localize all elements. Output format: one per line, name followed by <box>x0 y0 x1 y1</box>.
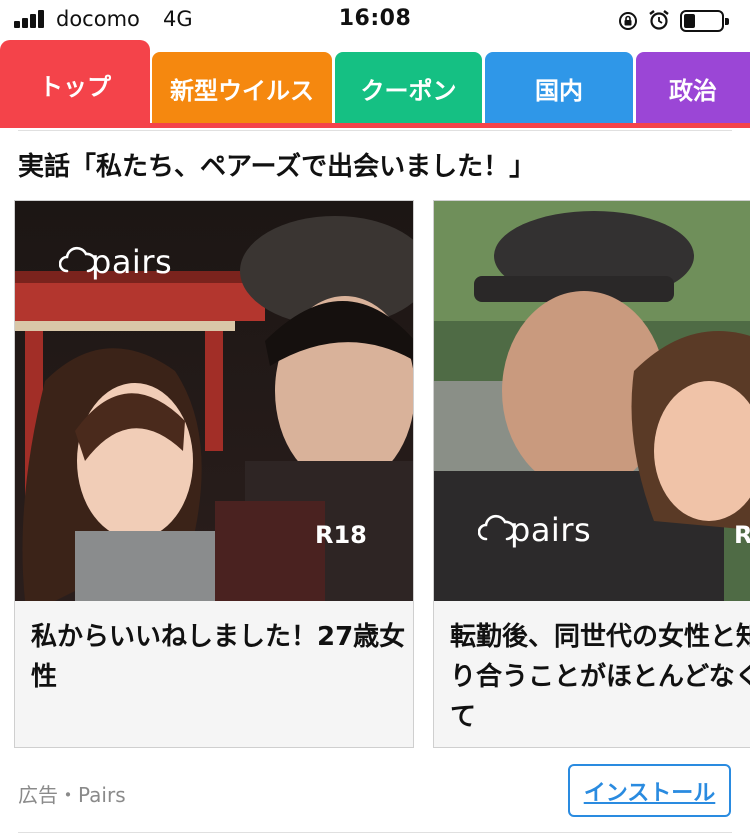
card-title: 私からいいねしました！27歳女性 <box>31 622 406 692</box>
divider <box>18 130 732 131</box>
age-badge: R18 <box>315 521 367 549</box>
card-title: 転勤後、同世代の女性と知り合うことがほとんどなくて <box>450 622 750 732</box>
active-tab-underline <box>0 123 750 128</box>
tab-coronavirus[interactable]: 新型ウイルス <box>152 52 332 124</box>
status-bar: docomo 4G 16:08 <box>0 0 750 40</box>
battery-icon <box>680 10 729 32</box>
tab-domestic[interactable]: 国内 <box>485 52 633 124</box>
rotation-lock-icon <box>619 12 637 30</box>
ad-photo: pairs R18 <box>15 201 413 601</box>
age-badge: R <box>734 521 750 549</box>
tab-coupon[interactable]: クーポン <box>335 52 482 124</box>
category-tabs: トップ 新型ウイルス クーポン 国内 政治 <box>0 40 750 128</box>
ad-card[interactable]: pairs R18 私からいいねしました！27歳女性 <box>14 200 414 748</box>
alarm-icon <box>649 10 669 30</box>
status-icons <box>618 6 738 34</box>
tab-top[interactable]: トップ <box>0 40 150 128</box>
install-button[interactable]: インストール <box>568 764 731 817</box>
ad-photo: pairs R <box>434 201 750 601</box>
divider <box>18 832 732 833</box>
pairs-logo: pairs <box>510 511 592 549</box>
cloud-logo-icon <box>59 246 95 273</box>
ad-heading[interactable]: 実話「私たち、ペアーズで出会いました！」 <box>18 146 535 183</box>
ad-card[interactable]: pairs R 転勤後、同世代の女性と知り合うことがほとんどなくて <box>433 200 750 748</box>
cloud-logo-icon <box>478 514 514 541</box>
tab-politics[interactable]: 政治 <box>636 52 750 124</box>
pairs-logo: pairs <box>91 243 173 281</box>
sponsor-label: 広告・Pairs <box>18 783 126 807</box>
